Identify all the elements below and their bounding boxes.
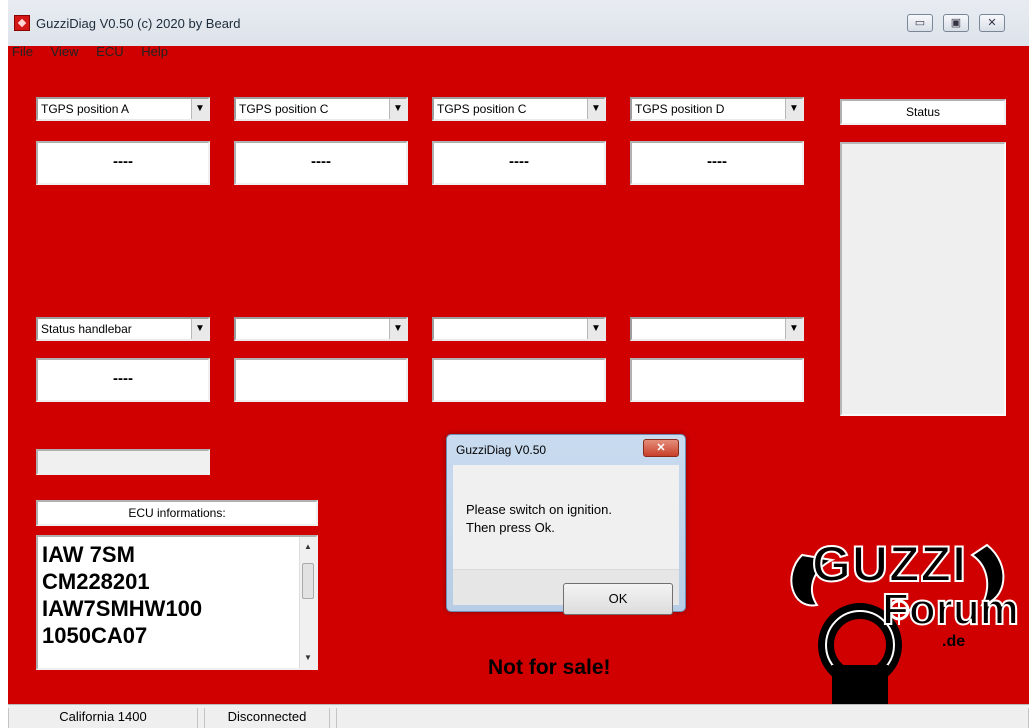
dropdown-arrow-icon[interactable]: ▼ [785,99,802,119]
menu-view[interactable]: View [51,44,79,59]
logo-text-de: .de [942,633,966,650]
combo-top-1[interactable]: TGPS position A ▼ [36,97,210,121]
ecu-line: IAW 7SM [42,542,135,567]
combo-label: Status handlebar [41,322,132,336]
status-panel [840,142,1006,416]
progress-box [36,449,210,475]
value-box-top-4: ---- [630,141,804,185]
guzzi-forum-logo: GUZZI Forum .de [772,515,1022,715]
ecu-info-label: ECU informations: [36,500,318,526]
status-bar: California 1400 Disconnected [8,704,1029,728]
ecu-line: IAW7SMHW100 [42,596,203,621]
dropdown-arrow-icon[interactable]: ▼ [389,99,406,119]
dropdown-arrow-icon[interactable]: ▼ [587,319,604,339]
ecu-line: CM228201 [42,569,150,594]
status-label: Status [840,99,1006,125]
combo-top-2[interactable]: TGPS position C ▼ [234,97,408,121]
scroll-down-icon[interactable]: ▼ [300,650,316,666]
dialog-message-1: Please switch on ignition. [466,502,612,517]
dialog-close-button[interactable]: ✕ [643,439,679,457]
ecu-info-lines: IAW 7SM CM228201 IAW7SMHW100 1050CA07 [42,541,202,649]
combo-label: TGPS position C [239,102,329,116]
combo-label: TGPS position A [41,102,130,116]
menu-help[interactable]: Help [141,44,168,59]
maximize-button[interactable]: ▣ [943,14,969,32]
minimize-button[interactable]: ▭ [907,14,933,32]
status-empty [336,708,1029,728]
status-connection: Disconnected [204,708,330,728]
ignition-dialog: GuzziDiag V0.50 ✕ Please switch on ignit… [446,434,686,615]
ok-button[interactable]: OK [563,583,673,615]
menu-bar: File View ECU Help [12,44,182,62]
scroll-thumb[interactable] [302,563,314,599]
value-box-top-3: ---- [432,141,606,185]
combo-bottom-2[interactable]: ▼ [234,317,408,341]
value-box-bottom-1: ---- [36,358,210,402]
ecu-scrollbar[interactable]: ▲ ▼ [299,537,316,668]
dialog-message-2: Then press Ok. [466,520,555,535]
dropdown-arrow-icon[interactable]: ▼ [389,319,406,339]
combo-bottom-4[interactable]: ▼ [630,317,804,341]
app-window: GuzziDiag V0.50 (c) 2020 by Beard ▭ ▣ ✕ … [8,0,1029,728]
ecu-line: 1050CA07 [42,623,148,648]
app-icon[interactable] [14,15,30,31]
value-box-bottom-4 [630,358,804,402]
ecu-info-list[interactable]: IAW 7SM CM228201 IAW7SMHW100 1050CA07 ▲ … [36,535,318,670]
window-title: GuzziDiag V0.50 (c) 2020 by Beard [36,16,241,31]
not-for-sale-notice: Not for sale! [488,656,611,679]
value-box-top-2: ---- [234,141,408,185]
combo-bottom-1[interactable]: Status handlebar ▼ [36,317,210,341]
value-box-bottom-3 [432,358,606,402]
combo-top-4[interactable]: TGPS position D ▼ [630,97,804,121]
title-bar[interactable]: GuzziDiag V0.50 (c) 2020 by Beard ▭ ▣ ✕ … [8,0,1029,59]
menu-ecu[interactable]: ECU [96,44,123,59]
status-model: California 1400 [8,708,198,728]
combo-label: TGPS position C [437,102,527,116]
menu-file[interactable]: File [12,44,33,59]
combo-bottom-3[interactable]: ▼ [432,317,606,341]
logo-text-forum: Forum [881,584,1020,635]
dropdown-arrow-icon[interactable]: ▼ [191,99,208,119]
value-box-top-1: ---- [36,141,210,185]
combo-top-3[interactable]: TGPS position C ▼ [432,97,606,121]
close-button[interactable]: ✕ [979,14,1005,32]
dropdown-arrow-icon[interactable]: ▼ [785,319,802,339]
scroll-up-icon[interactable]: ▲ [300,539,316,555]
dialog-title: GuzziDiag V0.50 [456,443,547,457]
dropdown-arrow-icon[interactable]: ▼ [587,99,604,119]
combo-label: TGPS position D [635,102,725,116]
dropdown-arrow-icon[interactable]: ▼ [191,319,208,339]
value-box-bottom-2 [234,358,408,402]
